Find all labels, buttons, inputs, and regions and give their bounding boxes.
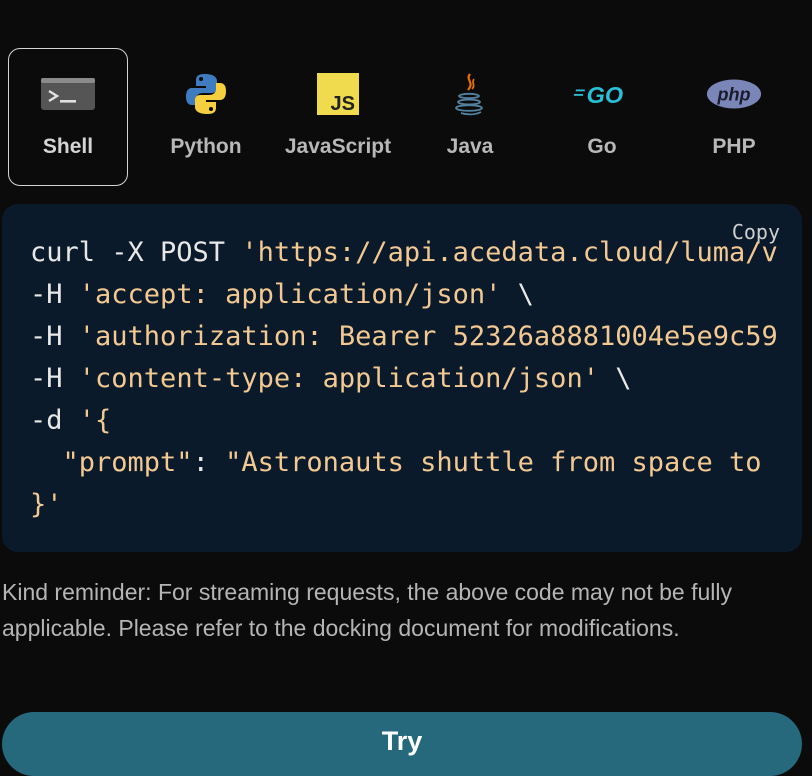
- code-block: Copy curl -X POST 'https://api.acedata.c…: [2, 204, 802, 552]
- javascript-logo-icon: JS: [310, 71, 366, 117]
- tab-java[interactable]: Java: [404, 48, 536, 186]
- code-string: }': [30, 489, 63, 520]
- code-string: "prompt": [30, 447, 193, 478]
- tab-label: Shell: [42, 135, 94, 158]
- python-logo-icon: [178, 71, 234, 117]
- code-token: :: [192, 447, 226, 478]
- code-token: -H: [30, 321, 79, 352]
- code-string: 'accept: application/json': [78, 279, 502, 310]
- tab-label: Go: [587, 135, 617, 158]
- code-token: \: [598, 363, 632, 394]
- code-string: 'authorization: Bearer 52326a8881004e5e9…: [78, 321, 778, 352]
- tab-label: JavaScript: [284, 135, 392, 158]
- svg-text:GO: GO: [587, 82, 624, 108]
- code-text: curl -X POST 'https://api.acedata.cloud/…: [30, 232, 778, 526]
- tab-javascript[interactable]: JS JavaScript: [272, 48, 404, 186]
- tab-shell[interactable]: Shell: [8, 48, 128, 186]
- code-token: -d: [30, 405, 79, 436]
- code-token: curl -X POST: [30, 237, 242, 268]
- terminal-icon: [40, 71, 96, 117]
- tab-label: Java: [446, 135, 494, 158]
- code-url: 'https://api.acedata.cloud/luma/v: [241, 237, 778, 268]
- svg-text:php: php: [716, 84, 750, 104]
- tab-label: PHP: [712, 135, 756, 158]
- code-string: '{: [78, 405, 112, 436]
- code-sample-page: Shell Python JS JavaScript Java GO Go ph…: [0, 0, 812, 776]
- tab-python[interactable]: Python: [140, 48, 272, 186]
- language-tabs: Shell Python JS JavaScript Java GO Go ph…: [8, 48, 800, 188]
- go-logo-icon: GO: [574, 71, 630, 117]
- php-logo-icon: php: [706, 71, 762, 117]
- code-string: 'content-type: application/json': [78, 363, 599, 394]
- code-token: -H: [30, 363, 79, 394]
- code-token: \: [501, 279, 534, 310]
- java-logo-icon: [442, 71, 498, 117]
- tab-php[interactable]: php PHP: [668, 48, 800, 186]
- streaming-reminder-text: Kind reminder: For streaming requests, t…: [2, 579, 732, 641]
- tab-label: Python: [170, 135, 242, 158]
- code-token: -H: [30, 279, 79, 310]
- code-string: "Astronauts shuttle from space to: [225, 447, 762, 478]
- svg-text:JS: JS: [331, 93, 355, 115]
- try-button[interactable]: Try: [2, 712, 802, 776]
- tab-go[interactable]: GO Go: [536, 48, 668, 186]
